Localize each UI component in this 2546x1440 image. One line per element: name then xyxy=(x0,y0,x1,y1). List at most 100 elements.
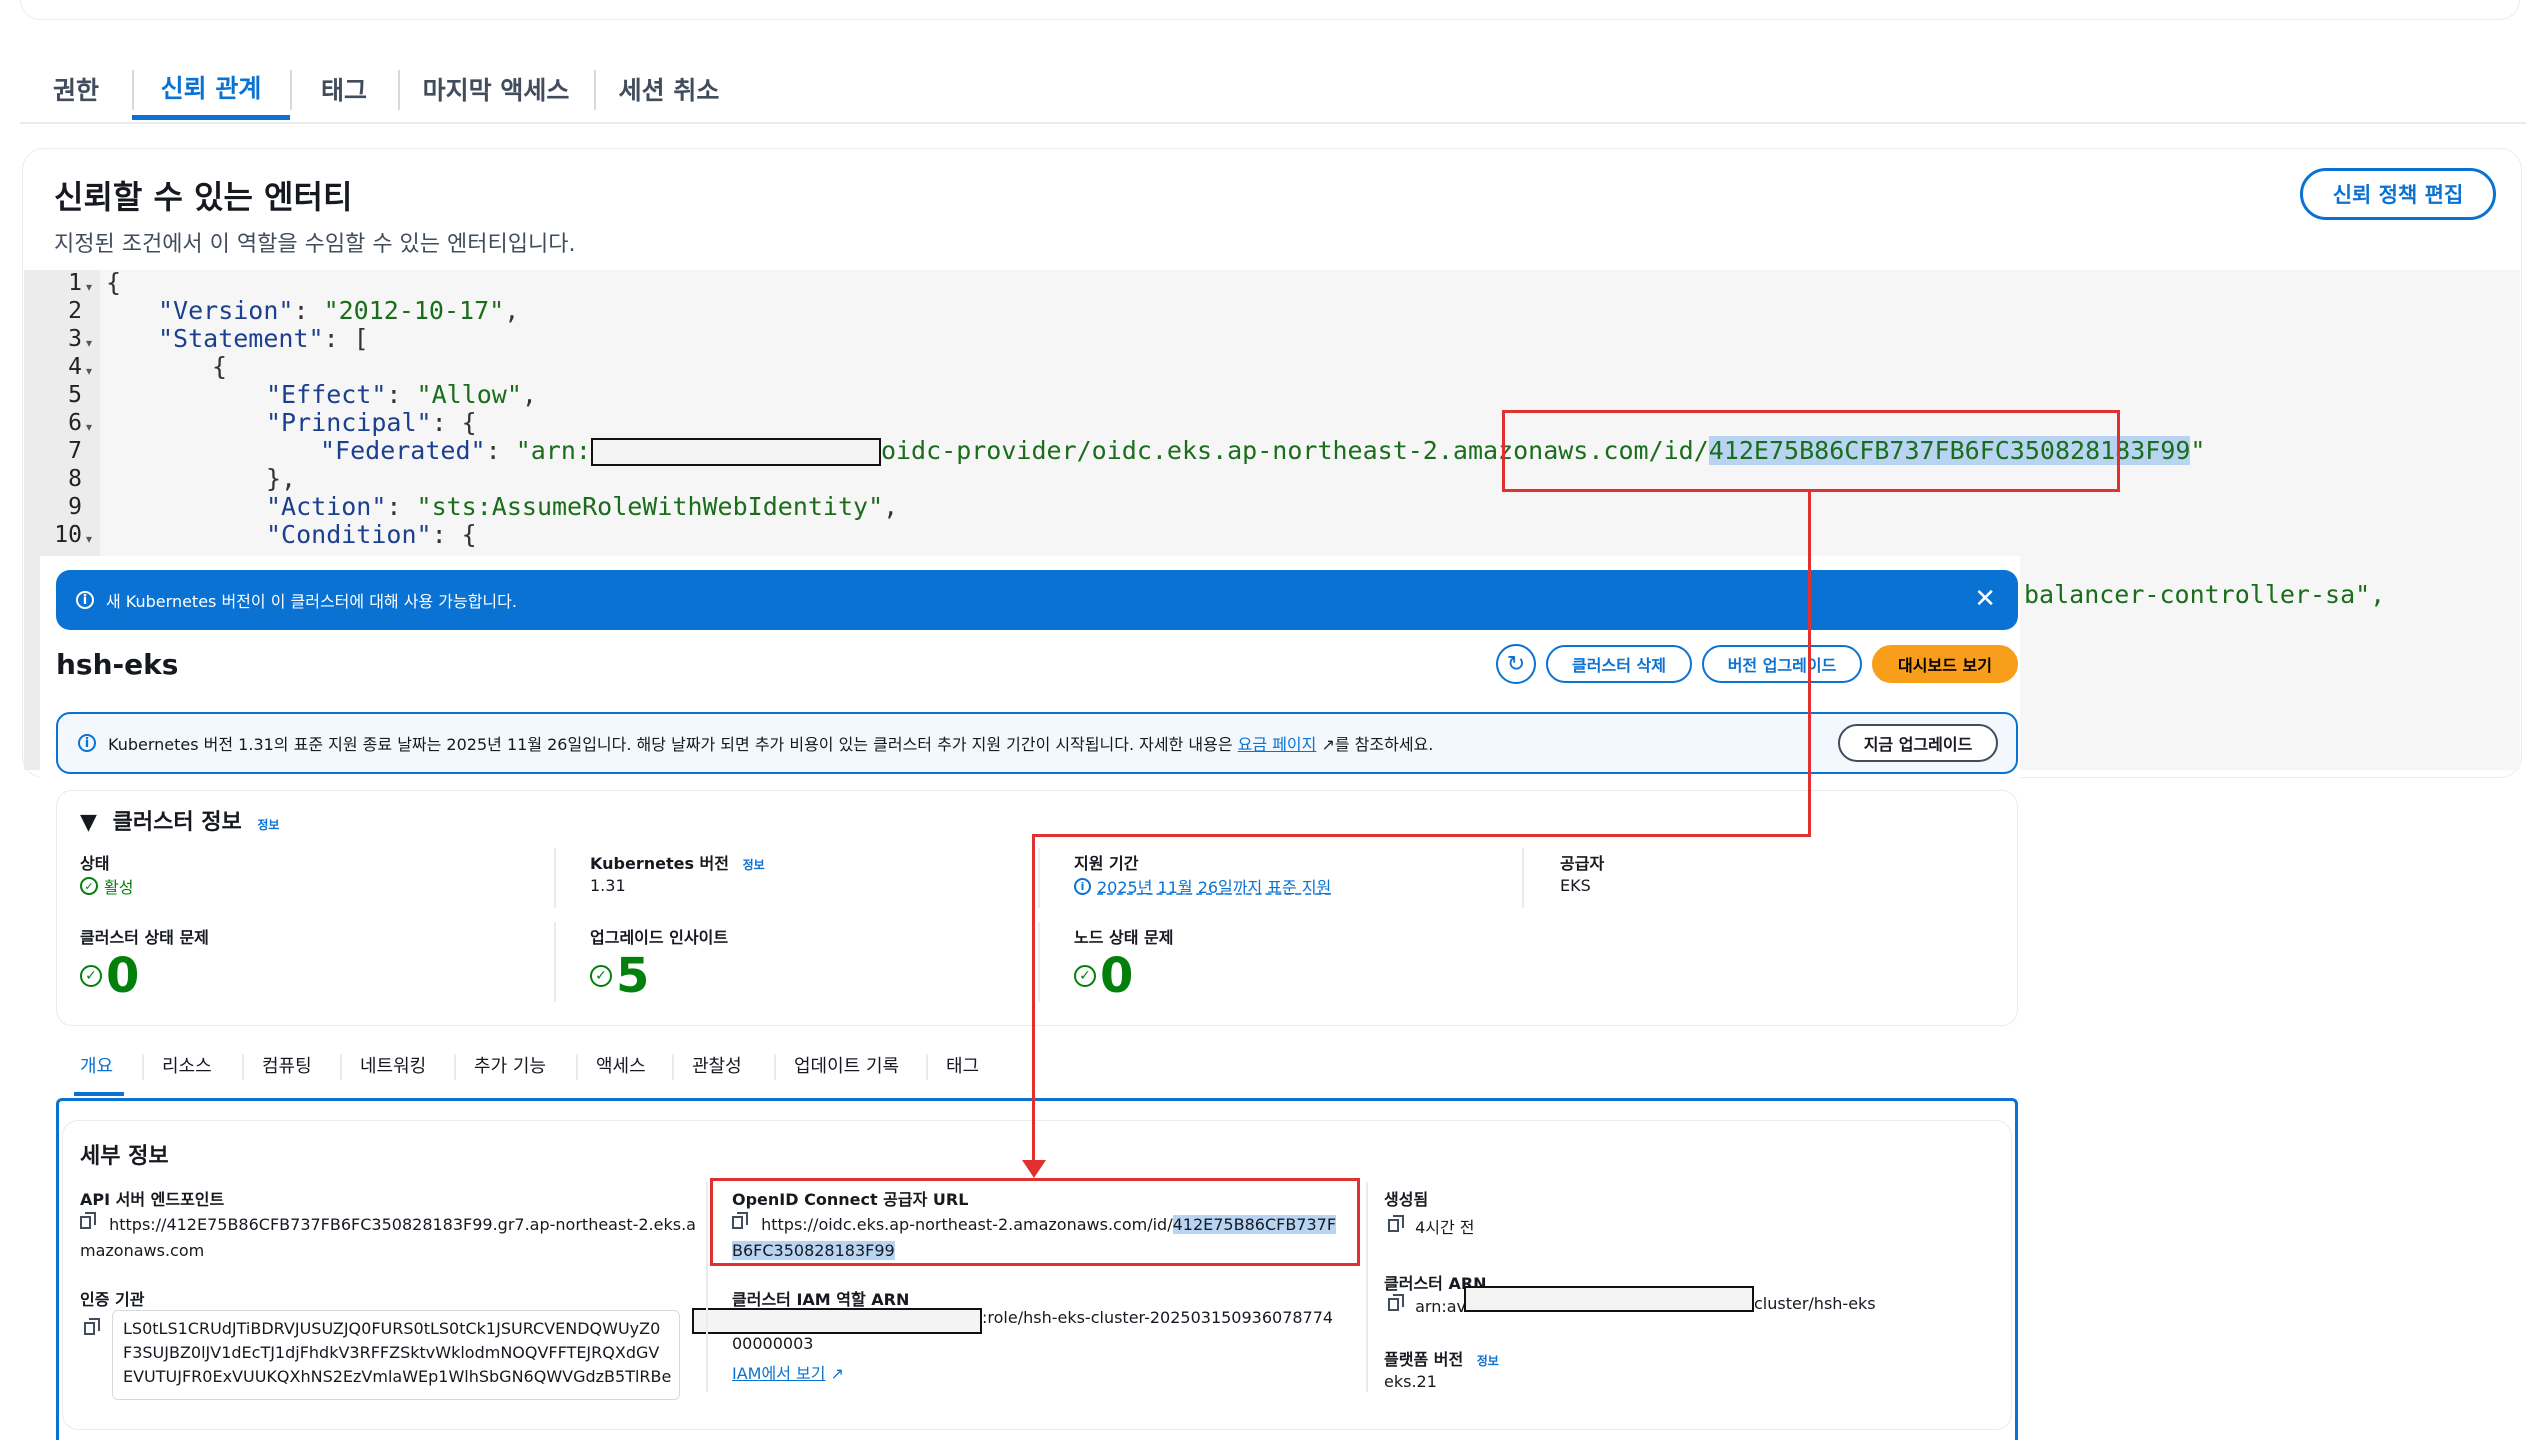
active-tab-indicator xyxy=(74,1092,124,1096)
tab-permissions[interactable]: 권한 xyxy=(20,58,132,120)
trusted-entities-description: 지정된 조건에서 이 역할을 수임할 수 있는 엔터티입니다. xyxy=(54,232,576,257)
tab-divider xyxy=(672,1054,674,1080)
view-in-iam-link[interactable]: IAM에서 보기 ↗ xyxy=(732,1360,844,1384)
tab-divider xyxy=(142,1054,144,1080)
annotation-arrow-icon xyxy=(1022,1160,1046,1178)
copy-icon[interactable] xyxy=(84,1318,100,1336)
column-divider xyxy=(1366,1182,1368,1392)
cluster-iam-role-value-line2: 00000003 xyxy=(732,1334,814,1353)
cluster-info-header[interactable]: ▼ 클러스터 정보 정보 xyxy=(80,804,279,836)
code-line: { xyxy=(212,352,228,381)
k8s-version-value: 1.31 xyxy=(590,876,626,895)
fold-arrow-icon[interactable]: ▾ xyxy=(86,336,92,350)
annotation-box-policy-id xyxy=(1502,410,2120,492)
subtab-access[interactable]: 액세스 xyxy=(596,1052,646,1078)
info-link[interactable]: 정보 xyxy=(743,858,765,872)
node-health-label: 노드 상태 문제 xyxy=(1074,928,1174,947)
k8s-version-label: Kubernetes 버전 정보 xyxy=(590,854,765,873)
tab-revoke-sessions[interactable]: 세션 취소 xyxy=(594,58,744,120)
column-divider xyxy=(706,1182,708,1392)
info-icon: i xyxy=(78,734,96,752)
annotation-connector xyxy=(1032,834,1035,1164)
code-line-peek: balancer-controller-sa", xyxy=(2024,580,2386,609)
annotation-connector xyxy=(1032,834,1811,837)
line-number: 4 xyxy=(68,354,82,380)
line-number: 3 xyxy=(68,326,82,352)
tab-tags[interactable]: 태그 xyxy=(290,58,398,120)
refresh-icon[interactable]: ↻ xyxy=(1496,644,1536,684)
upgrade-insights-value[interactable]: ✓ 5 xyxy=(590,948,649,1004)
cluster-iam-role-value: :role/hsh-eks-cluster-202503150936078774 xyxy=(982,1308,1334,1327)
line-number: 9 xyxy=(68,494,82,520)
cluster-health-value: ✓ 0 xyxy=(80,948,139,1004)
platform-version-value: eks.21 xyxy=(1384,1372,1437,1391)
provider-label: 공급자 xyxy=(1560,854,1605,873)
subtab-networking[interactable]: 네트워킹 xyxy=(360,1052,426,1078)
platform-version-label: 플랫폼 버전 정보 xyxy=(1384,1350,1499,1369)
info-link[interactable]: 정보 xyxy=(1477,1354,1499,1368)
tab-divider xyxy=(340,1054,342,1080)
line-number: 6 xyxy=(68,410,82,436)
code-line: }, xyxy=(266,464,297,493)
cluster-iam-role-label: 클러스터 IAM 역할 ARN xyxy=(732,1290,910,1309)
column-divider xyxy=(1038,922,1040,1002)
redacted-account-id xyxy=(590,438,881,466)
fold-arrow-icon[interactable]: ▾ xyxy=(86,280,92,294)
new-version-banner: i 새 Kubernetes 버전이 이 클러스터에 대해 사용 가능합니다. … xyxy=(56,570,2018,630)
external-link-icon: ↗ xyxy=(825,1364,844,1383)
subtab-update-history[interactable]: 업데이트 기록 xyxy=(794,1052,899,1078)
cluster-info-card xyxy=(56,790,2018,1026)
copy-icon[interactable] xyxy=(1388,1294,1404,1312)
upgrade-insights-label: 업그레이드 인사이트 xyxy=(590,928,729,947)
column-divider xyxy=(1522,848,1524,908)
support-period-value[interactable]: i 2025년 11월 26일까지 표준 지원 xyxy=(1074,874,1331,898)
cluster-name-title: hsh-eks xyxy=(56,648,179,681)
tab-divider xyxy=(576,1054,578,1080)
external-link-icon: ↗ xyxy=(1316,735,1335,754)
api-endpoint-label: API 서버 엔드포인트 xyxy=(80,1190,225,1209)
check-circle-icon: ✓ xyxy=(80,877,98,895)
tab-divider xyxy=(926,1054,928,1080)
annotation-box-oidc-url xyxy=(710,1178,1360,1266)
role-tabs: 권한 신뢰 관계 태그 마지막 액세스 세션 취소 xyxy=(20,58,2526,124)
banner-text: 새 Kubernetes 버전이 이 클러스터에 대해 사용 가능합니다. xyxy=(106,592,517,611)
view-dashboard-button[interactable]: 대시보드 보기 xyxy=(1872,645,2018,683)
code-line: "Principal": { xyxy=(266,408,477,437)
tab-last-accessed[interactable]: 마지막 액세스 xyxy=(398,58,594,120)
fold-arrow-icon[interactable]: ▾ xyxy=(86,532,92,546)
annotation-connector xyxy=(1808,490,1811,836)
pricing-page-link[interactable]: 요금 페이지 xyxy=(1238,735,1317,754)
details-title: 세부 정보 xyxy=(80,1144,169,1169)
code-line: "Effect": "Allow", xyxy=(266,380,537,409)
certificate-authority-textarea[interactable]: LS0tLS1CRUdJTiBDRVJUSUZJQ0FURS0tLS0tCk1J… xyxy=(112,1310,680,1400)
line-number: 8 xyxy=(68,466,82,492)
subtab-resources[interactable]: 리소스 xyxy=(162,1052,212,1078)
status-label: 상태 xyxy=(80,854,110,873)
copy-icon[interactable] xyxy=(80,1212,96,1230)
line-number: 2 xyxy=(68,298,82,324)
line-number: 7 xyxy=(68,438,82,464)
column-divider xyxy=(554,848,556,908)
delete-cluster-button[interactable]: 클러스터 삭제 xyxy=(1546,645,1692,683)
check-circle-icon: ✓ xyxy=(80,965,102,987)
subtab-observability[interactable]: 관찰성 xyxy=(692,1052,742,1078)
info-icon: i xyxy=(76,591,94,609)
provider-value: EKS xyxy=(1560,876,1591,895)
info-link[interactable]: 정보 xyxy=(257,818,279,832)
subtab-tags[interactable]: 태그 xyxy=(946,1052,979,1078)
upgrade-version-button[interactable]: 버전 업그레이드 xyxy=(1702,645,1862,683)
cluster-health-label: 클러스터 상태 문제 xyxy=(80,928,209,947)
fold-arrow-icon[interactable]: ▾ xyxy=(86,420,92,434)
code-line: "Statement": [ xyxy=(158,324,369,353)
edit-trust-policy-button[interactable]: 신뢰 정책 편집 xyxy=(2300,168,2496,220)
subtab-addons[interactable]: 추가 기능 xyxy=(474,1052,546,1078)
close-icon[interactable]: ✕ xyxy=(1974,584,1996,614)
upgrade-now-button[interactable]: 지금 업그레이드 xyxy=(1838,724,1998,762)
subtab-compute[interactable]: 컴퓨팅 xyxy=(262,1052,312,1078)
clock-icon xyxy=(1388,1215,1404,1233)
tab-trust-relationships[interactable]: 신뢰 관계 xyxy=(132,58,290,120)
tab-divider xyxy=(242,1054,244,1080)
subtab-overview[interactable]: 개요 xyxy=(80,1052,113,1078)
alert-text: Kubernetes 버전 1.31의 표준 지원 종료 날짜는 2025년 1… xyxy=(108,735,1434,754)
fold-arrow-icon[interactable]: ▾ xyxy=(86,364,92,378)
